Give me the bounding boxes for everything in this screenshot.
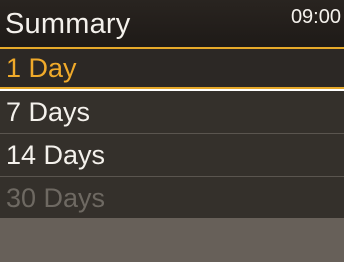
clock-time: 09:00	[290, 6, 341, 28]
header-bar: Summary 09:00	[0, 0, 344, 47]
summary-screen: Summary 09:00 1 Day 7 Days 14 Days 30 Da…	[0, 0, 344, 262]
footer-bar	[0, 218, 344, 262]
menu-item-14-days[interactable]: 14 Days	[0, 134, 344, 176]
menu-item-label: 30 Days	[6, 183, 106, 213]
menu-item-label: 7 Days	[6, 97, 91, 127]
menu-item-label: 14 Days	[6, 140, 106, 170]
menu-item-30-days: 30 Days	[0, 177, 344, 219]
menu-item-7-days[interactable]: 7 Days	[0, 91, 344, 133]
page-title: Summary	[5, 8, 131, 40]
menu-item-1-day[interactable]: 1 Day	[0, 47, 344, 89]
menu-item-label: 1 Day	[6, 53, 77, 83]
